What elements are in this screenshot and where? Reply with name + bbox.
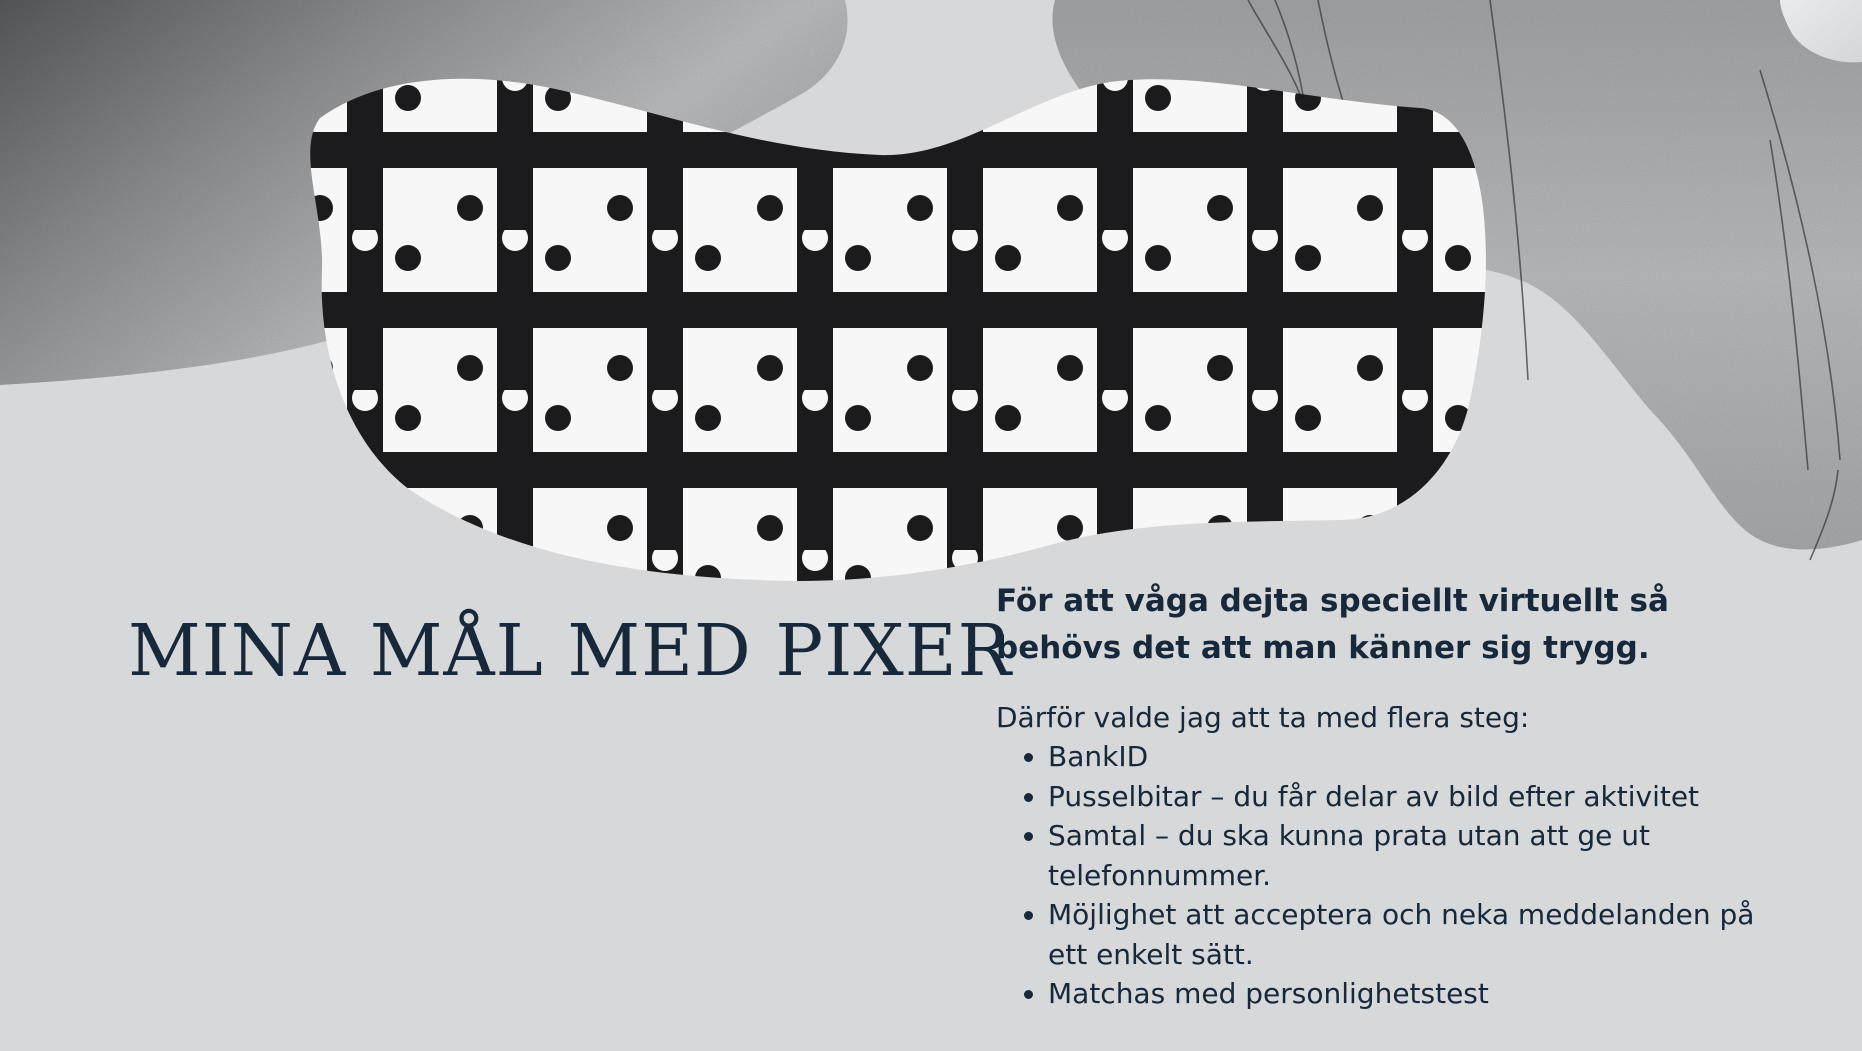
step-item-calls: Samtal – du ska kunna prata utan att ge … — [1048, 816, 1796, 895]
step-item-messages: Möjlighet att acceptera och neka meddela… — [1048, 895, 1796, 974]
puzzle-image — [310, 78, 1486, 581]
slide-title: MINA MÅL MED PIXER — [128, 609, 1013, 692]
step-item-bankid: BankID — [1048, 737, 1796, 777]
steps-list: BankID Pusselbitar – du får delar av bil… — [996, 737, 1796, 1014]
slide-content: För att våga dejta speciellt virtuellt s… — [996, 578, 1796, 1014]
step-item-puzzle-pieces: Pusselbitar – du får delar av bild efter… — [1048, 777, 1796, 817]
lead-statement: För att våga dejta speciellt virtuellt s… — [996, 583, 1669, 666]
step-item-personality-test: Matchas med personlighetstest — [1048, 974, 1796, 1014]
steps-intro: Därför valde jag att ta med flera steg: — [996, 701, 1530, 734]
